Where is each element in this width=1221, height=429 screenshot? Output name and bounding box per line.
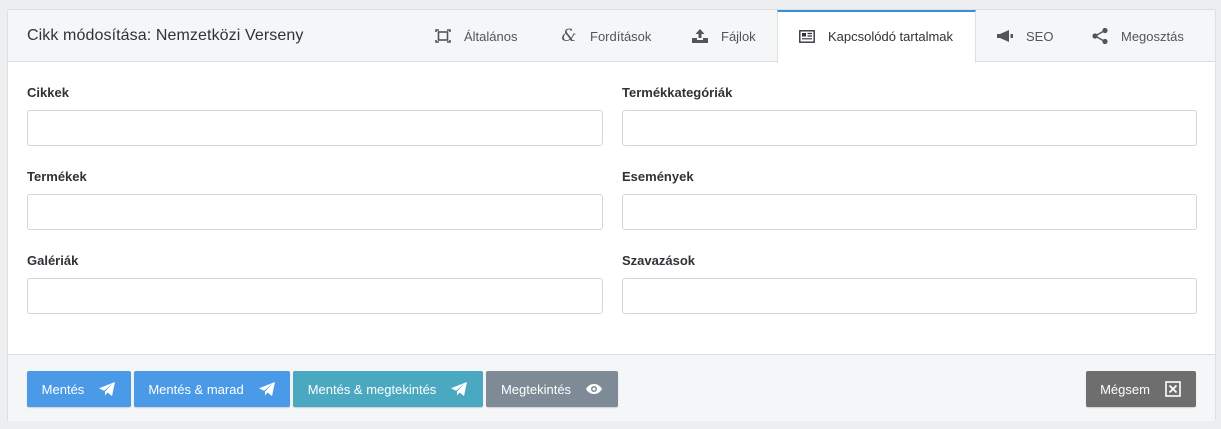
- save-button[interactable]: Mentés: [27, 371, 131, 407]
- save-and-stay-button[interactable]: Mentés & marad: [134, 371, 290, 407]
- upload-icon: [691, 27, 709, 45]
- cancel-button[interactable]: Mégsem: [1086, 371, 1196, 407]
- panel-header: Cikk módosítása: Nemzetközi Verseny Álta…: [8, 10, 1215, 63]
- newspaper-icon: [798, 28, 816, 46]
- eye-icon: [585, 380, 603, 398]
- articles-input[interactable]: [27, 110, 603, 146]
- tab-general[interactable]: Általános: [434, 10, 517, 62]
- tab-label: Fordítások: [590, 28, 652, 44]
- polls-label: Szavazások: [622, 253, 695, 268]
- events-label: Események: [622, 169, 694, 184]
- preview-button[interactable]: Megtekintés: [486, 371, 618, 407]
- tab-related-content[interactable]: Kapcsolódó tartalmak: [777, 10, 976, 63]
- paper-plane-icon: [98, 380, 116, 398]
- products-input[interactable]: [27, 194, 603, 230]
- tab-label: Fájlok: [721, 28, 756, 44]
- panel-footer: Mentés Mentés & marad Mentés & megtekint…: [8, 354, 1215, 421]
- share-icon: [1091, 27, 1109, 45]
- product-categories-input[interactable]: [622, 110, 1197, 146]
- megaphone-icon: [996, 27, 1014, 45]
- button-label: Mentés & marad: [148, 381, 244, 397]
- tab-seo[interactable]: SEO: [996, 10, 1053, 62]
- close-icon: [1164, 380, 1182, 398]
- product-categories-label: Termékkategóriák: [622, 85, 733, 100]
- tab-label: Általános: [464, 28, 518, 44]
- ampersand-icon: &: [561, 26, 577, 46]
- tab-translations[interactable]: & Fordítások: [560, 10, 651, 62]
- page-title: Cikk módosítása: Nemzetközi Verseny: [27, 27, 304, 44]
- articles-label: Cikkek: [27, 85, 69, 100]
- paper-plane-icon: [258, 380, 276, 398]
- tab-label: Kapcsolódó tartalmak: [828, 29, 954, 44]
- products-label: Termékek: [27, 169, 87, 184]
- button-label: Mentés: [41, 381, 85, 397]
- save-and-preview-button[interactable]: Mentés & megtekintés: [293, 371, 483, 407]
- edit-article-panel: Cikk módosítása: Nemzetközi Verseny Álta…: [7, 9, 1216, 421]
- galleries-label: Galériák: [27, 253, 79, 268]
- tab-share[interactable]: Megosztás: [1091, 10, 1184, 62]
- tab-label: SEO: [1026, 28, 1054, 44]
- button-label: Mentés & megtekintés: [307, 381, 437, 397]
- polls-input[interactable]: [622, 278, 1197, 314]
- tab-label: Megosztás: [1121, 28, 1184, 44]
- button-label: Megtekintés: [500, 381, 572, 397]
- galleries-input[interactable]: [27, 278, 603, 314]
- tab-files[interactable]: Fájlok: [691, 10, 756, 62]
- events-input[interactable]: [622, 194, 1197, 230]
- expand-icon: [434, 27, 452, 45]
- paper-plane-icon: [450, 380, 468, 398]
- button-label: Mégsem: [1100, 381, 1150, 397]
